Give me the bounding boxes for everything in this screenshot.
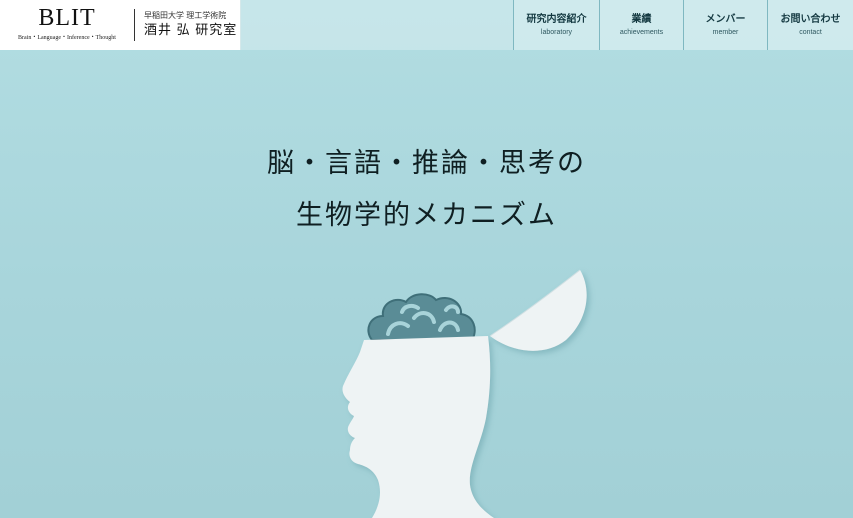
nav-label: 研究内容紹介 (526, 13, 587, 25)
site-header: BLIT Brain・Language・Inference・Thought 早稲… (0, 0, 853, 50)
hero-line-1: 脳・言語・推論・思考の (267, 148, 586, 179)
logo-title: BLIT (38, 5, 96, 31)
nav-item-laboratory[interactable]: 研究内容紹介 laboratory (513, 0, 599, 50)
nav-sublabel: member (712, 28, 739, 36)
nav-label: お問い合わせ (780, 13, 841, 25)
lab-name: 酒井 弘 研究室 (144, 22, 238, 37)
university-name: 早稲田大学 理工学術院 (144, 11, 227, 20)
lab-info: 早稲田大学 理工学術院 酒井 弘 研究室 (144, 10, 237, 39)
hero-line-2: 生物学的メカニズム (296, 200, 557, 231)
nav-label: 業績 (631, 13, 652, 25)
head-silhouette-icon (342, 336, 494, 518)
nav-item-contact[interactable]: お問い合わせ contact (767, 0, 853, 50)
nav-sublabel: contact (799, 28, 822, 36)
nav-item-member[interactable]: メンバー member (683, 0, 767, 50)
logo-mark: BLIT Brain・Language・Inference・Thought (8, 4, 126, 42)
hero-headline: 脳・言語・推論・思考の 生物学的メカニズム (0, 138, 853, 242)
site-logo[interactable]: BLIT Brain・Language・Inference・Thought 早稲… (0, 0, 241, 50)
nav-sublabel: laboratory (540, 28, 573, 36)
brain-icon (367, 293, 476, 341)
nav-item-achievements[interactable]: 業績 achievements (599, 0, 683, 50)
nav-label: メンバー (705, 13, 746, 25)
nav-spacer (241, 0, 513, 50)
nav-sublabel: achievements (619, 28, 664, 36)
main-nav: 研究内容紹介 laboratory 業績 achievements メンバー m… (513, 0, 853, 50)
logo-subtitle: Brain・Language・Inference・Thought (18, 35, 116, 41)
head-with-brain-illustration (342, 269, 587, 518)
open-lid-icon (489, 269, 587, 351)
logo-divider (134, 9, 135, 41)
page: BLIT Brain・Language・Inference・Thought 早稲… (0, 0, 853, 518)
